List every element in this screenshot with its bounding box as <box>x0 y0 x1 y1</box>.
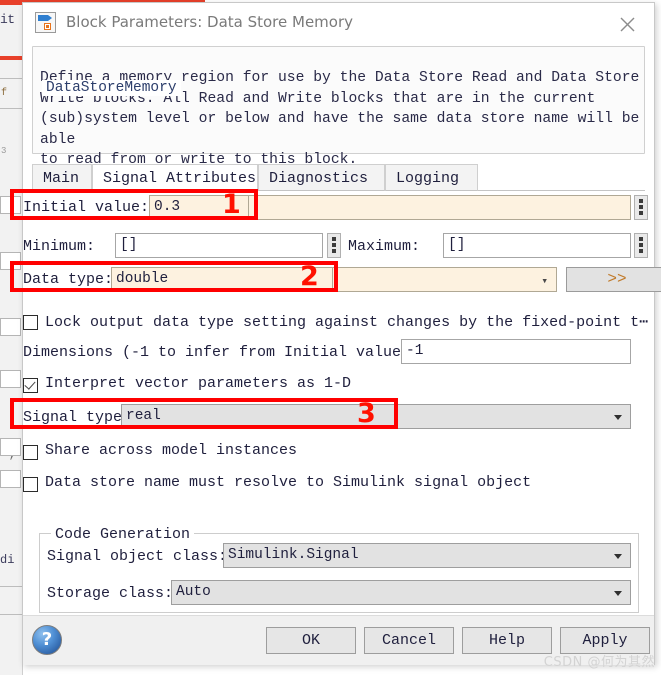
background-edge-text: it <box>0 12 15 27</box>
minimum-input[interactable]: [] <box>115 233 323 258</box>
help-icon-glyph: ? <box>41 629 53 650</box>
background-divider-3 <box>0 586 22 587</box>
help-icon[interactable]: ? <box>32 625 62 655</box>
data-type-chevron-down-icon[interactable]: ▾ <box>541 276 548 288</box>
interpret-vector-label: Interpret vector parameters as 1-D <box>45 375 352 392</box>
tab-logging[interactable]: Logging <box>385 164 478 191</box>
background-di-text: di <box>0 553 15 567</box>
block-parameters-dialog: Block Parameters: Data Store Memory Data… <box>22 2 661 665</box>
signal-type-label: Signal type: <box>23 409 132 426</box>
share-across-label: Share across model instances <box>45 442 298 459</box>
data-type-label: Data type: <box>23 271 114 288</box>
tab-signal-attributes[interactable]: Signal Attributes <box>92 164 258 191</box>
background-divider-1 <box>0 78 22 79</box>
storage-class-value: Auto <box>176 584 211 600</box>
help-button[interactable]: Help <box>462 627 552 654</box>
dialog-footer: ? OK Cancel Help Apply <box>23 615 654 665</box>
background-box-2 <box>0 252 21 270</box>
background-box-6 <box>0 470 21 488</box>
background-divider-2 <box>0 108 22 109</box>
simulink-block-icon <box>35 12 56 33</box>
initial-value-stepper[interactable] <box>634 195 648 220</box>
initial-value-field-extension <box>245 195 631 220</box>
maximum-label: Maximum: <box>348 238 421 255</box>
storage-class-combo[interactable]: Auto <box>171 580 631 605</box>
screenshot-root: it f 3 ’ di Block Parameters: Data Store <box>0 0 661 675</box>
initial-value-label: Initial value: <box>23 199 150 216</box>
maximum-stepper[interactable] <box>634 233 648 258</box>
close-icon[interactable] <box>610 9 644 37</box>
maximum-input[interactable]: [] <box>443 233 631 258</box>
signal-object-class-combo[interactable]: Simulink.Signal <box>223 543 631 568</box>
background-box-4 <box>0 370 21 388</box>
signal-type-value: real <box>126 408 161 424</box>
background-mini-text: f <box>1 88 8 99</box>
data-type-input[interactable]: double <box>111 267 333 292</box>
dialog-body: DataStoreMemory Define a memory region f… <box>23 43 661 615</box>
background-box-3 <box>0 318 21 336</box>
dialog-title: Block Parameters: Data Store Memory <box>66 13 354 31</box>
tab-main[interactable]: Main <box>32 164 92 191</box>
storage-class-label: Storage class: <box>47 585 174 602</box>
dimensions-label: Dimensions (-1 to infer from Initial val… <box>23 344 420 361</box>
dialog-titlebar: Block Parameters: Data Store Memory <box>23 3 654 44</box>
signal-type-chevron-down-icon <box>614 414 622 420</box>
dimensions-input[interactable]: -1 <box>401 339 631 364</box>
minimum-label: Minimum: <box>23 238 96 255</box>
signal-object-class-value: Simulink.Signal <box>228 547 359 563</box>
description-legend: DataStoreMemory <box>42 80 181 96</box>
minimum-stepper[interactable] <box>327 233 341 258</box>
must-resolve-checkbox[interactable] <box>23 477 38 492</box>
share-across-checkbox[interactable] <box>23 445 38 460</box>
initial-value-input[interactable]: 0.3 <box>149 195 249 220</box>
tab-diagnostics[interactable]: Diagnostics <box>258 164 385 191</box>
storage-class-chevron-down-icon <box>614 590 622 596</box>
interpret-vector-checkbox[interactable] <box>23 378 38 393</box>
must-resolve-label: Data store name must resolve to Simulink… <box>45 474 532 491</box>
lock-output-label: Lock output data type setting against ch… <box>45 314 649 331</box>
code-generation-legend: Code Generation <box>51 526 195 543</box>
background-box-5 <box>0 438 21 456</box>
background-window-strip <box>0 0 23 675</box>
background-comma-text: ’ <box>8 455 16 469</box>
apply-button[interactable]: Apply <box>560 627 650 654</box>
lock-output-checkbox[interactable] <box>23 315 38 330</box>
data-type-field-extension: ▾ <box>331 267 557 292</box>
ok-button[interactable]: OK <box>266 627 356 654</box>
signal-object-class-label: Signal object class: <box>47 548 228 565</box>
background-mini-gray-text: 3 <box>1 146 7 156</box>
background-red-bar-left <box>0 56 22 60</box>
background-box-1 <box>0 196 21 214</box>
cancel-button[interactable]: Cancel <box>364 627 454 654</box>
signal-object-class-chevron-down-icon <box>614 553 622 559</box>
tab-strip: Main Signal Attributes Diagnostics Loggi… <box>32 164 645 191</box>
signal-type-combo[interactable]: real <box>121 404 631 429</box>
background-divider-4 <box>0 614 22 615</box>
data-type-expand-button[interactable]: >> <box>566 267 661 292</box>
